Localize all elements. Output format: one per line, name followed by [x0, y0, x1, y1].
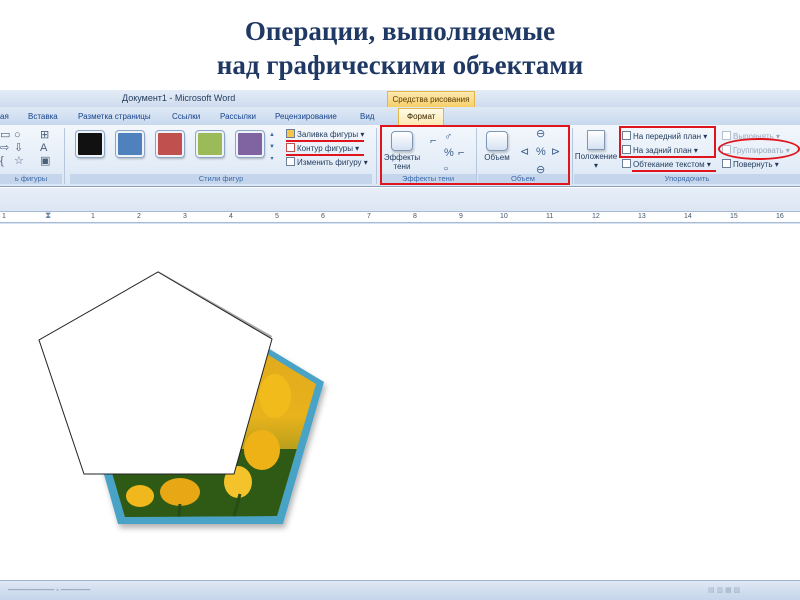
tab-references[interactable]: Ссылки: [172, 112, 200, 121]
gallery-down-icon[interactable]: ▼: [268, 141, 276, 153]
ruler-number: 11: [546, 213, 554, 220]
tulip-flower: [259, 374, 291, 418]
tab-insert[interactable]: Вставка: [28, 112, 58, 121]
ruler-number: 5: [275, 213, 279, 220]
status-bar-item: ━━━━━━━━━━━ ▪ ━━━━━━━: [8, 587, 91, 594]
insert-shapes-gallery[interactable]: ▭ ○ ⇨ ⇩ { ☆ ⊞ A ▣: [0, 129, 60, 169]
style-swatch-black[interactable]: [76, 131, 104, 157]
ruler-number: 14: [684, 213, 692, 220]
ruler-number: 13: [638, 213, 646, 220]
tab-view[interactable]: Вид: [360, 112, 374, 121]
status-bar: ━━━━━━━━━━━ ▪ ━━━━━━━ ▤ ▥ ▦ ▧: [0, 580, 800, 600]
wrap-text-icon: [622, 159, 631, 168]
ruler-number: 1: [91, 213, 95, 220]
rotate-button[interactable]: Повернуть ▾: [722, 159, 779, 171]
wrap-text-label: Обтекание текстом: [633, 160, 705, 169]
pen-icon: [286, 143, 295, 152]
style-swatch-purple[interactable]: [236, 131, 264, 157]
fill-underline-highlight: [286, 140, 364, 142]
shape-fill-label: Заливка фигуры: [297, 130, 359, 139]
effects-group-highlight: [380, 125, 570, 185]
document-title: Документ1 - Microsoft Word: [122, 93, 236, 103]
style-swatch-blue[interactable]: [116, 131, 144, 157]
tab-page-layout[interactable]: Разметка страницы: [78, 112, 151, 121]
ruler-number: 15: [730, 213, 738, 220]
document-page[interactable]: [0, 224, 800, 580]
group-separator: [64, 128, 65, 184]
position-dropdown-icon: ▾: [593, 161, 598, 170]
rotate-icon: [722, 159, 731, 168]
position-page-icon: [587, 130, 605, 150]
drawing-canvas: [38, 271, 324, 524]
ruler-number: 8: [413, 213, 417, 220]
group-label-insert-shapes: ь фигуры: [0, 174, 62, 184]
change-shape-label: Изменить фигуру: [297, 158, 362, 167]
ribbon: ▭ ○ ⇨ ⇩ { ☆ ⊞ A ▣ ь фигуры ▲ ▼ ▾ Заливка…: [0, 125, 800, 187]
style-swatch-green[interactable]: [196, 131, 224, 157]
ruler-number: 2: [137, 213, 141, 220]
ruler-number: 6: [321, 213, 325, 220]
tulip-flower: [126, 485, 154, 507]
gallery-up-icon[interactable]: ▲: [268, 129, 276, 141]
ruler-number: 12: [592, 213, 600, 220]
group-separator: [572, 128, 573, 184]
group-separator: [376, 128, 377, 184]
tulip-flower: [160, 478, 200, 506]
edit-shape-icon[interactable]: ⊞: [40, 129, 49, 141]
tab-review[interactable]: Рецензирование: [275, 112, 337, 121]
title-bar: Документ1 - Microsoft Word Средства рисо…: [0, 90, 800, 107]
ruler-number: 7: [367, 213, 371, 220]
text-box-icon[interactable]: A: [40, 142, 47, 154]
ruler-number: 3: [183, 213, 187, 220]
arrow-down-shape-icon[interactable]: ⇩: [14, 142, 23, 154]
front-white-pentagon[interactable]: [38, 271, 273, 475]
group-button-highlight: [718, 138, 800, 160]
word-window: Документ1 - Microsoft Word Средства рисо…: [0, 90, 800, 600]
style-swatch-red[interactable]: [156, 131, 184, 157]
tab-home[interactable]: ая: [0, 112, 9, 121]
rotate-label: Повернуть: [733, 160, 773, 169]
ruler-number: 1: [2, 213, 6, 220]
drawing-tools-header: Средства рисования: [387, 91, 475, 107]
group-label-shape-styles: Стили фигур: [70, 174, 372, 184]
oval-shape-icon[interactable]: ○: [14, 129, 21, 141]
paint-bucket-icon: [286, 129, 295, 138]
change-shape-button[interactable]: Изменить фигуру ▾: [286, 157, 368, 169]
ruler-number: 9: [459, 213, 463, 220]
gallery-scroll[interactable]: ▲ ▼ ▾: [268, 129, 276, 167]
shape-outline-label: Контур фигуры: [297, 144, 353, 153]
ruler-number: 16: [776, 213, 784, 220]
position-button[interactable]: Положение ▾: [574, 130, 618, 170]
slide-title-line-2: над графическими объектами: [216, 50, 584, 80]
rectangle-shape-icon[interactable]: ▭: [0, 129, 10, 141]
gallery-more-icon[interactable]: ▾: [268, 153, 276, 165]
arrow-right-shape-icon[interactable]: ⇨: [0, 142, 9, 154]
position-label: Положение: [574, 152, 618, 161]
slide-title: Операции, выполняемые над графическими о…: [0, 14, 800, 82]
indent-marker-icon[interactable]: ⧗: [45, 210, 51, 221]
view-buttons-icon[interactable]: ▤ ▥ ▦ ▧: [708, 586, 740, 594]
brace-shape-icon[interactable]: {: [0, 155, 4, 167]
outline-underline-highlight: [286, 154, 364, 156]
horizontal-ruler[interactable]: ⧗ 1 1 2 3 4 5 6 7 8 9 10 11 12 13 14 15 …: [0, 188, 800, 224]
ruler-number: 4: [229, 213, 233, 220]
align-icon: [722, 131, 731, 140]
change-shape-icon: [286, 157, 295, 166]
tulip-flower: [244, 430, 280, 470]
ruler-number: 10: [500, 213, 508, 220]
wrap-text-underline-highlight: [632, 170, 716, 172]
link-icon[interactable]: ▣: [40, 155, 50, 167]
group-label-arrange: Упорядочить: [574, 174, 800, 184]
tab-mailings[interactable]: Рассылки: [220, 112, 256, 121]
ribbon-tabs: ая Вставка Разметка страницы Ссылки Расс…: [0, 107, 800, 125]
slide-title-line-1: Операции, выполняемые: [244, 16, 556, 46]
ruler-strip: ⧗ 1 1 2 3 4 5 6 7 8 9 10 11 12 13 14 15 …: [0, 210, 800, 223]
tab-format[interactable]: Формат: [398, 108, 445, 125]
star-shape-icon[interactable]: ☆: [14, 155, 24, 167]
order-buttons-highlight: [619, 126, 716, 158]
